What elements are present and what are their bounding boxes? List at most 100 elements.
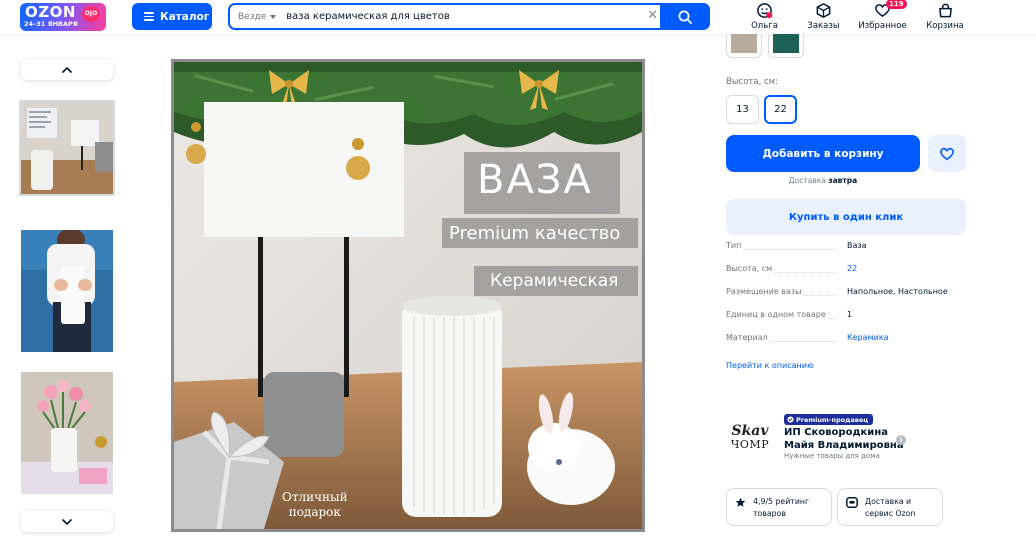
header-nav: Ольга Заказы 119 Избранное Корзина	[735, 0, 978, 31]
thumb-image-vase-tulips	[21, 372, 113, 494]
chevron-up-icon	[62, 66, 72, 73]
add-to-cart-button[interactable]: Добавить в корзину	[726, 135, 920, 172]
nav-cart[interactable]: Корзина	[912, 2, 978, 31]
image-subtitle-premium: Premium качество	[449, 223, 621, 244]
thumbs-up-button[interactable]	[21, 59, 113, 80]
search-scope-select[interactable]: Везде	[230, 5, 277, 28]
thumbs-down-button[interactable]	[21, 511, 113, 532]
ozon-delivery-card[interactable]: Доставка и сервис Ozon	[837, 488, 943, 526]
bag-icon	[938, 3, 952, 18]
info-icon[interactable]: i	[896, 435, 906, 445]
image-subtitle-ceramic: Керамическая	[490, 271, 619, 291]
spec-key: Размещение вазы	[726, 287, 804, 296]
nav-orders[interactable]: Заказы	[794, 2, 853, 31]
nav-orders-label: Заказы	[807, 21, 840, 31]
spec-value-link[interactable]: 22	[847, 264, 857, 273]
height-option-value: 13	[736, 104, 749, 115]
image-title: ВАЗА	[477, 157, 593, 203]
spec-row-height: Высота, см 22	[726, 264, 966, 287]
search-scope-label: Везде	[238, 11, 267, 22]
spec-value: Ваза	[847, 241, 867, 250]
add-to-favorites-button[interactable]	[928, 135, 966, 172]
spec-key: Высота, см	[726, 264, 775, 273]
height-option-22[interactable]: 22	[764, 95, 797, 124]
nav-cart-label: Корзина	[926, 21, 964, 31]
gift-caption: Отличный подарок	[282, 490, 348, 520]
delivery-when: завтра	[828, 176, 858, 185]
gallery-thumb-1[interactable]	[19, 100, 115, 196]
delivery-prefix: Доставка	[788, 176, 826, 185]
rating-line1: 4,9/5 рейтинг	[753, 497, 810, 506]
color-swatch-1[interactable]	[726, 34, 762, 58]
spec-key: Тип	[726, 241, 744, 250]
chevron-down-icon	[270, 14, 277, 19]
search-bar: Везде ✕	[228, 3, 710, 30]
ozon-logo[interactable]: OZON 24–31 ЯНВАРЯ OJO	[20, 3, 106, 31]
spec-row-material: Материал Керамика	[726, 333, 966, 356]
premium-badge-label: Premium-продавец	[796, 415, 869, 424]
seller-logo-line2: ЧОМР	[730, 437, 770, 451]
nav-favorites[interactable]: 119 Избранное	[853, 0, 912, 31]
search-input[interactable]	[286, 11, 627, 22]
seller-name[interactable]: ИП Сковородкина Майя Владимировна	[784, 427, 904, 452]
rating-line2: товаров	[753, 508, 786, 518]
delivery-card-line2: сервис Ozon	[865, 508, 916, 518]
seller-logo[interactable]: Skav ЧОМР	[726, 413, 774, 461]
spec-key: Материал	[726, 333, 770, 342]
seller-logo-line1: Skav	[731, 422, 769, 439]
rating-card-text: 4,9/5 рейтинг товаров	[753, 496, 809, 519]
gift-caption-line1: Отличный	[282, 490, 348, 504]
catalog-label: Каталог	[160, 10, 210, 23]
spec-row-units: Единиц в одном товаре 1	[726, 310, 966, 333]
spec-value: 1	[847, 310, 853, 319]
gallery-thumb-3[interactable]	[21, 372, 113, 494]
spec-value-link[interactable]: Керамика	[847, 333, 889, 342]
logo-dates: 24–31 ЯНВАРЯ	[24, 20, 78, 28]
seller-subtitle: Нужные товары для дома	[784, 452, 880, 460]
chevron-down-icon	[62, 518, 72, 525]
color-swatch-2[interactable]	[768, 34, 804, 58]
seller-name-line1: ИП Сковородкина	[784, 427, 888, 438]
thumb-image-vase-hands	[21, 230, 113, 352]
gift-caption-line2: подарок	[288, 505, 341, 519]
check-badge-icon	[787, 416, 794, 423]
swatch-fill	[731, 34, 757, 53]
seller-name-line2: Майя Владимировна	[784, 439, 904, 451]
spec-key: Единиц в одном товаре	[726, 310, 828, 319]
logo-brand: OZON	[25, 3, 76, 21]
box-icon	[816, 3, 831, 18]
catalog-button[interactable]: Каталог	[132, 3, 212, 30]
height-option-13[interactable]: 13	[726, 95, 759, 124]
menu-icon	[144, 12, 154, 21]
spec-row-type: Тип Ваза	[726, 241, 966, 264]
gallery-thumb-2[interactable]	[21, 230, 113, 352]
height-label: Высота, см:	[726, 77, 778, 87]
logo-bubble: OJO	[82, 6, 100, 22]
favorites-badge: 119	[886, 0, 907, 9]
clear-icon[interactable]: ✕	[647, 8, 658, 23]
search-icon	[678, 10, 692, 24]
delivery-card-text: Доставка и сервис Ozon	[865, 496, 915, 519]
swatch-fill	[773, 34, 799, 53]
height-option-value: 22	[774, 104, 787, 115]
go-to-description-link[interactable]: Перейти к описанию	[726, 361, 814, 370]
main-product-image[interactable]: ВАЗА Premium качество Керамическая Отлич…	[171, 59, 645, 532]
ozon-service-icon	[846, 497, 858, 508]
product-specs: Тип Ваза Высота, см 22 Размещение вазы Н…	[726, 241, 966, 356]
search-button[interactable]	[660, 3, 710, 30]
rating-card[interactable]: 4,9/5 рейтинг товаров	[726, 488, 832, 526]
delivery-card-line1: Доставка и	[865, 497, 912, 506]
smile-profile-icon	[757, 3, 773, 19]
buy-one-click-button[interactable]: Купить в один клик	[726, 199, 966, 235]
nav-profile-label: Ольга	[751, 21, 778, 31]
spec-row-placement: Размещение вазы Напольное, Настольное	[726, 287, 966, 310]
nav-favorites-label: Избранное	[858, 21, 907, 31]
top-header: OZON 24–31 ЯНВАРЯ OJO Каталог Везде ✕ Ол…	[0, 0, 1036, 36]
premium-seller-badge: Premium-продавец	[784, 414, 874, 425]
delivery-info: Доставка завтра	[726, 176, 920, 185]
heart-icon	[940, 147, 954, 161]
nav-profile[interactable]: Ольга	[735, 2, 794, 31]
thumb-image-vase-lamp	[21, 102, 113, 194]
spec-value: Напольное, Настольное	[847, 287, 948, 296]
star-icon	[735, 497, 746, 507]
